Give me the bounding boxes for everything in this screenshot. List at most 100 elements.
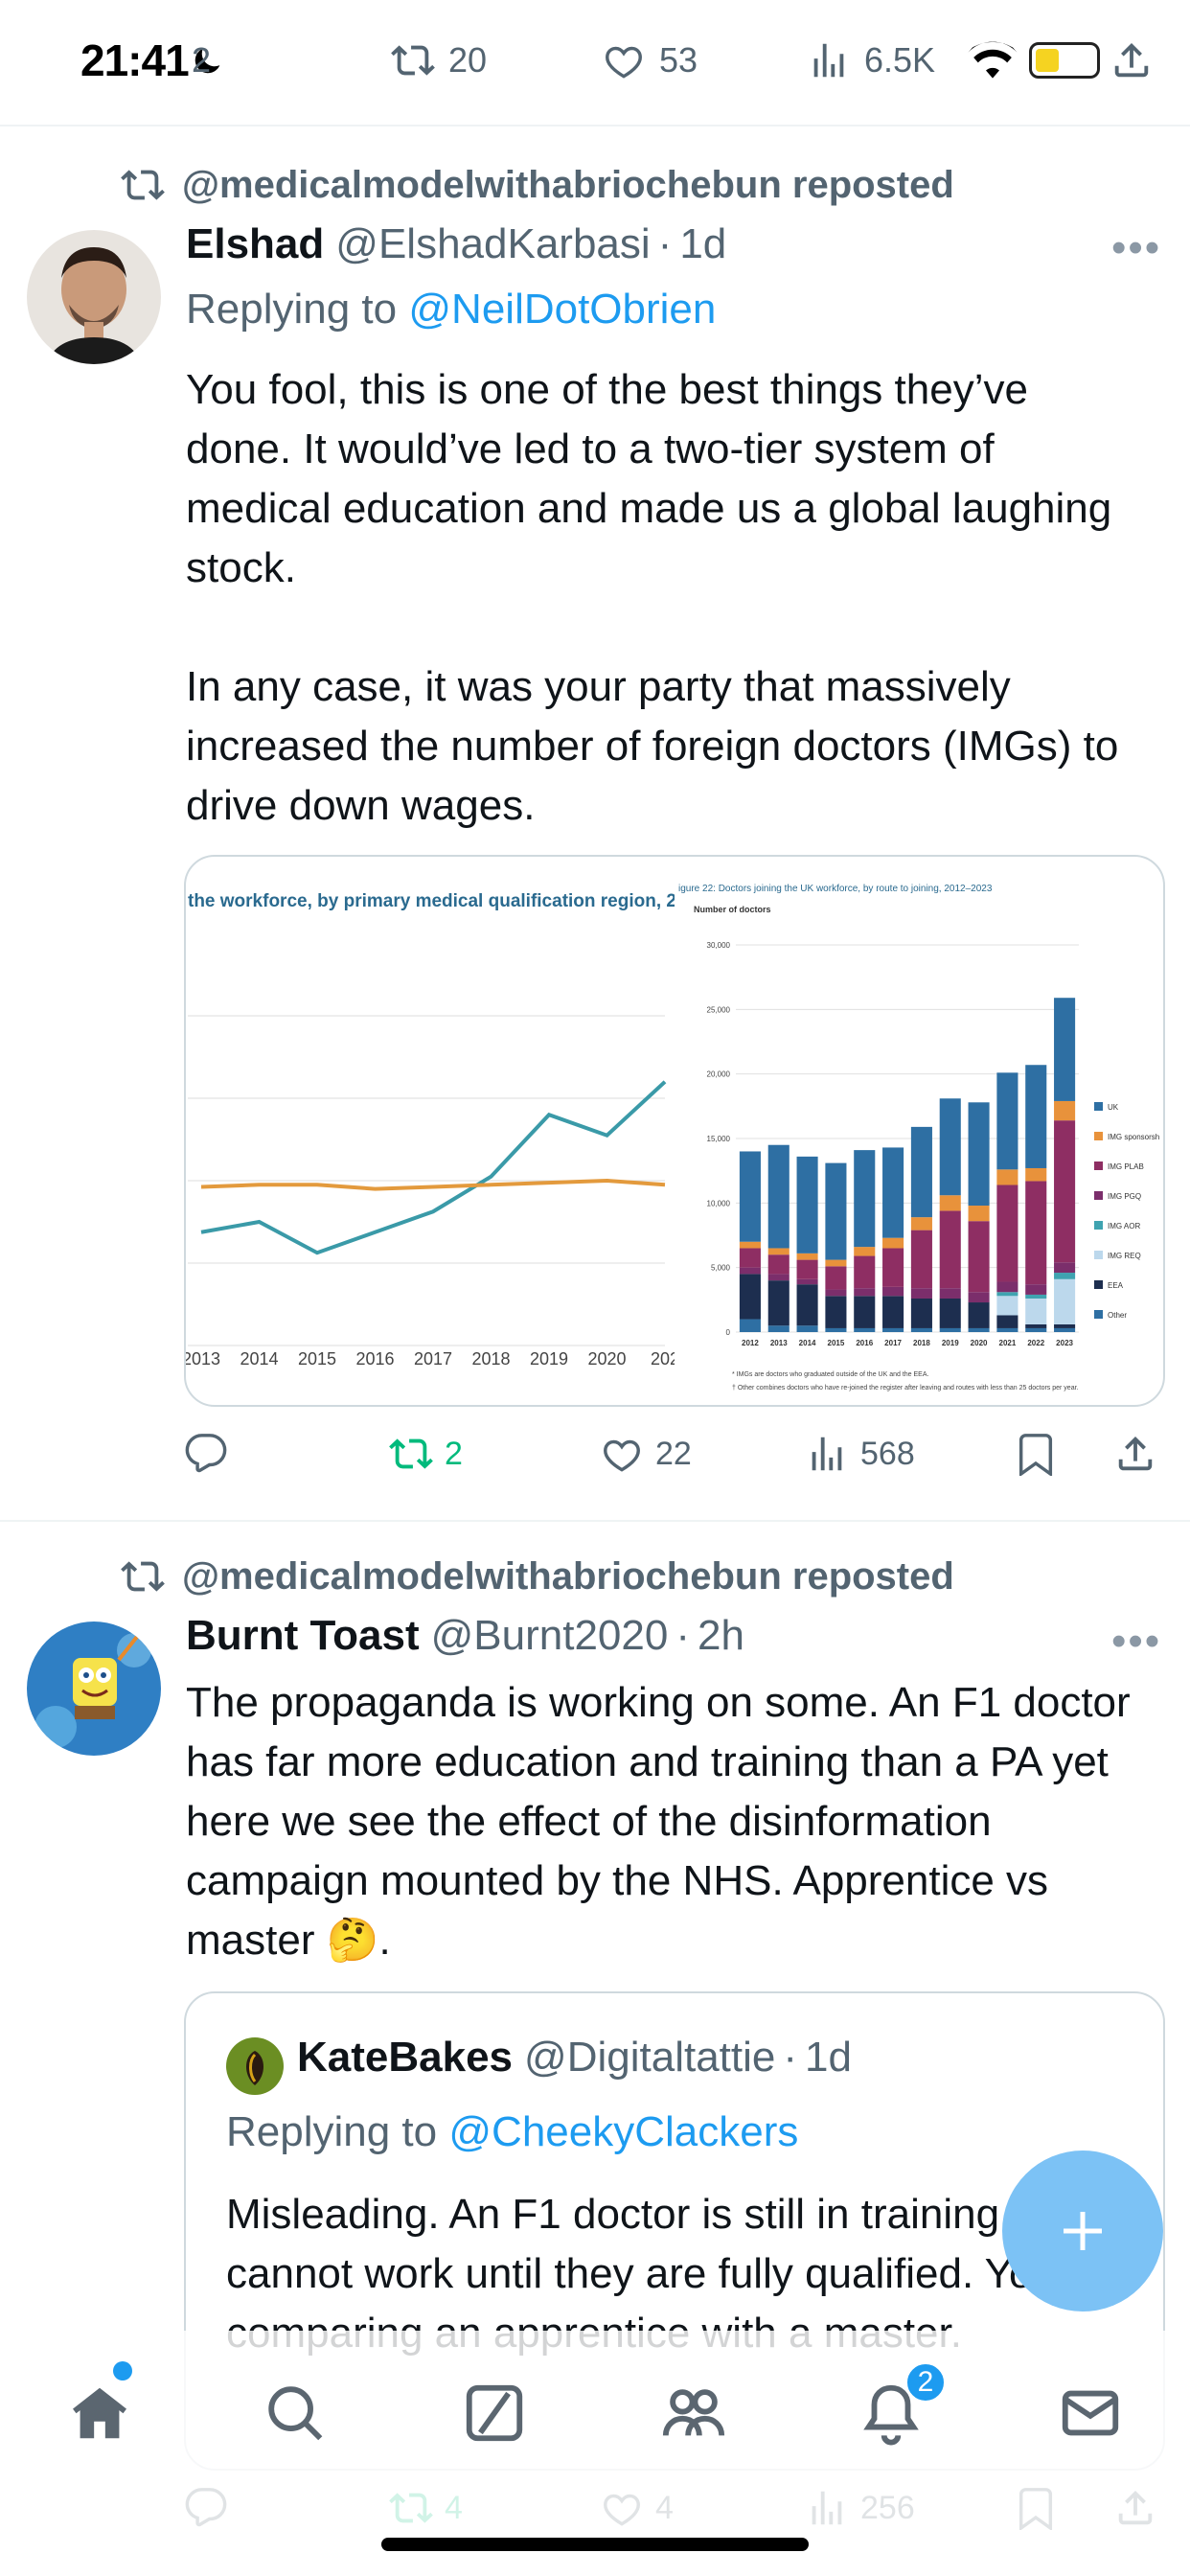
avatar[interactable] (27, 1622, 161, 1756)
bar-chart-legend: UK IMG sponsorsh IMG PLAB IMG PGQ IMG AOR IMG… (1094, 1102, 1159, 1320)
prev-reply-button[interactable]: 2 (192, 40, 211, 80)
share-button[interactable] (1113, 1432, 1169, 1476)
legend-label: IMG PGQ (1108, 1192, 1141, 1201)
tweet-media[interactable]: the workforce, by primary medical qualif… (184, 855, 1165, 1407)
bar-chart-bars (739, 998, 1076, 1332)
avatar-katebakes-image (226, 2037, 284, 2095)
heart-icon (606, 46, 642, 79)
home-indicator (381, 2538, 809, 2551)
legend-swatch (1094, 1132, 1103, 1140)
bar-y-tick-label: 15,000 (707, 1135, 731, 1143)
views-button[interactable]: 568 (805, 1432, 915, 1476)
legend-swatch (1094, 1162, 1103, 1170)
bar-segment (1054, 1262, 1076, 1274)
home-unread-dot (113, 2361, 132, 2380)
bar-segment (767, 1144, 790, 1249)
user-handle[interactable]: @Burnt2020 (431, 1612, 669, 1660)
display-name[interactable]: Burnt Toast (186, 1612, 420, 1660)
tweet-time[interactable]: 2h (698, 1612, 744, 1660)
tweet-time[interactable]: 1d (679, 220, 726, 268)
bookmark-icon (1018, 1434, 1053, 1476)
repost-button[interactable]: 2 (389, 1432, 463, 1476)
divider (0, 1520, 1190, 1522)
bar-segment (1054, 998, 1076, 1101)
bar-segment (882, 1237, 904, 1249)
reply-icon (185, 1434, 227, 1473)
bar-x-tick-label: 2023 (1056, 1339, 1073, 1347)
bar-segment (825, 1266, 847, 1290)
prev-views-button[interactable]: 6.5K (807, 38, 935, 82)
bar-segment (739, 1241, 761, 1249)
bar-segment (825, 1259, 847, 1267)
bar-segment (968, 1292, 990, 1303)
bar-segment (796, 1284, 818, 1326)
more-options-icon[interactable]: ••• (1111, 224, 1161, 272)
tab-home[interactable] (61, 2375, 138, 2451)
legend-label: Other (1108, 1311, 1127, 1320)
repost-icon (389, 1438, 433, 1469)
separator-dot: · (675, 1612, 690, 1659)
quoted-replying-to-handle[interactable]: @CheekyClackers (448, 2108, 798, 2155)
heart-icon (604, 1439, 640, 1472)
bar-y-tick-label: 30,000 (707, 941, 731, 950)
tab-messages[interactable] (1052, 2375, 1129, 2451)
prev-repost-button[interactable]: 20 (391, 38, 487, 82)
bar-chart-footnote-1: * IMGs are doctors who graduated outside… (732, 1371, 929, 1378)
bar-segment (1025, 1294, 1047, 1299)
bar-segment (910, 1327, 932, 1332)
tab-search[interactable] (257, 2375, 333, 2451)
reply-button[interactable] (184, 1432, 240, 1476)
avatar-elshad-image (27, 230, 161, 364)
divider (0, 125, 1190, 126)
line-x-tick-label: 2015 (298, 1349, 336, 1368)
line-chart-title: the workforce, by primary medical qualif… (188, 891, 675, 911)
line-x-tick-label: 2013 (186, 1349, 220, 1368)
share-icon (1118, 1436, 1153, 1471)
bar-segment (825, 1162, 847, 1260)
bar-segment (910, 1126, 932, 1218)
bar-x-tick-label: 2012 (742, 1339, 759, 1347)
bookmark-button[interactable] (1014, 1432, 1069, 1476)
bar-segment (767, 1254, 790, 1275)
line-chart-series (200, 1080, 667, 1255)
bar-segment (939, 1195, 961, 1211)
bar-segment (968, 1302, 990, 1328)
bar-x-tick-label: 2015 (828, 1339, 845, 1347)
user-handle[interactable]: @ElshadKarbasi (335, 220, 650, 268)
more-options-icon[interactable]: ••• (1111, 1618, 1161, 1666)
display-name[interactable]: Elshad (186, 220, 324, 268)
bar-segment (968, 1327, 990, 1332)
bar-segment (739, 1267, 761, 1275)
bar-segment (996, 1072, 1018, 1170)
bar-segment (882, 1286, 904, 1297)
tab-communities[interactable] (655, 2375, 732, 2451)
line-x-tick-label: 2016 (355, 1349, 394, 1368)
bar-segment (767, 1248, 790, 1255)
line-x-tick-label: 2019 (530, 1349, 568, 1368)
prev-like-button[interactable]: 53 (602, 38, 698, 82)
like-button[interactable]: 22 (600, 1432, 692, 1476)
bar-chart-title: igure 22: Doctors joining the UK workfor… (678, 884, 993, 894)
share-icon[interactable] (1110, 38, 1154, 82)
status-right (966, 38, 1154, 82)
avatar (226, 2037, 284, 2095)
bar-x-tick-label: 2013 (770, 1339, 788, 1347)
line-chart-x-labels: 2013 2014 2015 2016 2017 2018 2019 2020 202 (186, 1349, 675, 1368)
notifications-badge: 2 (904, 2361, 947, 2404)
bar-segment (996, 1169, 1018, 1185)
bar-segment (882, 1248, 904, 1287)
tab-grok[interactable] (456, 2375, 533, 2451)
bar-segment (968, 1221, 990, 1293)
compose-button[interactable] (1002, 2150, 1163, 2312)
replying-to-handle[interactable]: @NeilDotObrien (408, 286, 716, 333)
repost-context: @medicalmodelwithabriochebun reposted (121, 1554, 954, 1598)
separator-dot: · (657, 220, 673, 267)
legend-label: UK (1108, 1103, 1119, 1112)
like-count: 22 (655, 1435, 692, 1472)
bar-segment (739, 1274, 761, 1320)
repost-icon (121, 1561, 165, 1592)
avatar[interactable] (27, 230, 161, 364)
quoted-tweet-header: KateBakes @Digitaltattie · 1d (297, 2034, 852, 2082)
quoted-display-name: KateBakes (297, 2034, 514, 2081)
communities-icon (662, 2389, 725, 2436)
